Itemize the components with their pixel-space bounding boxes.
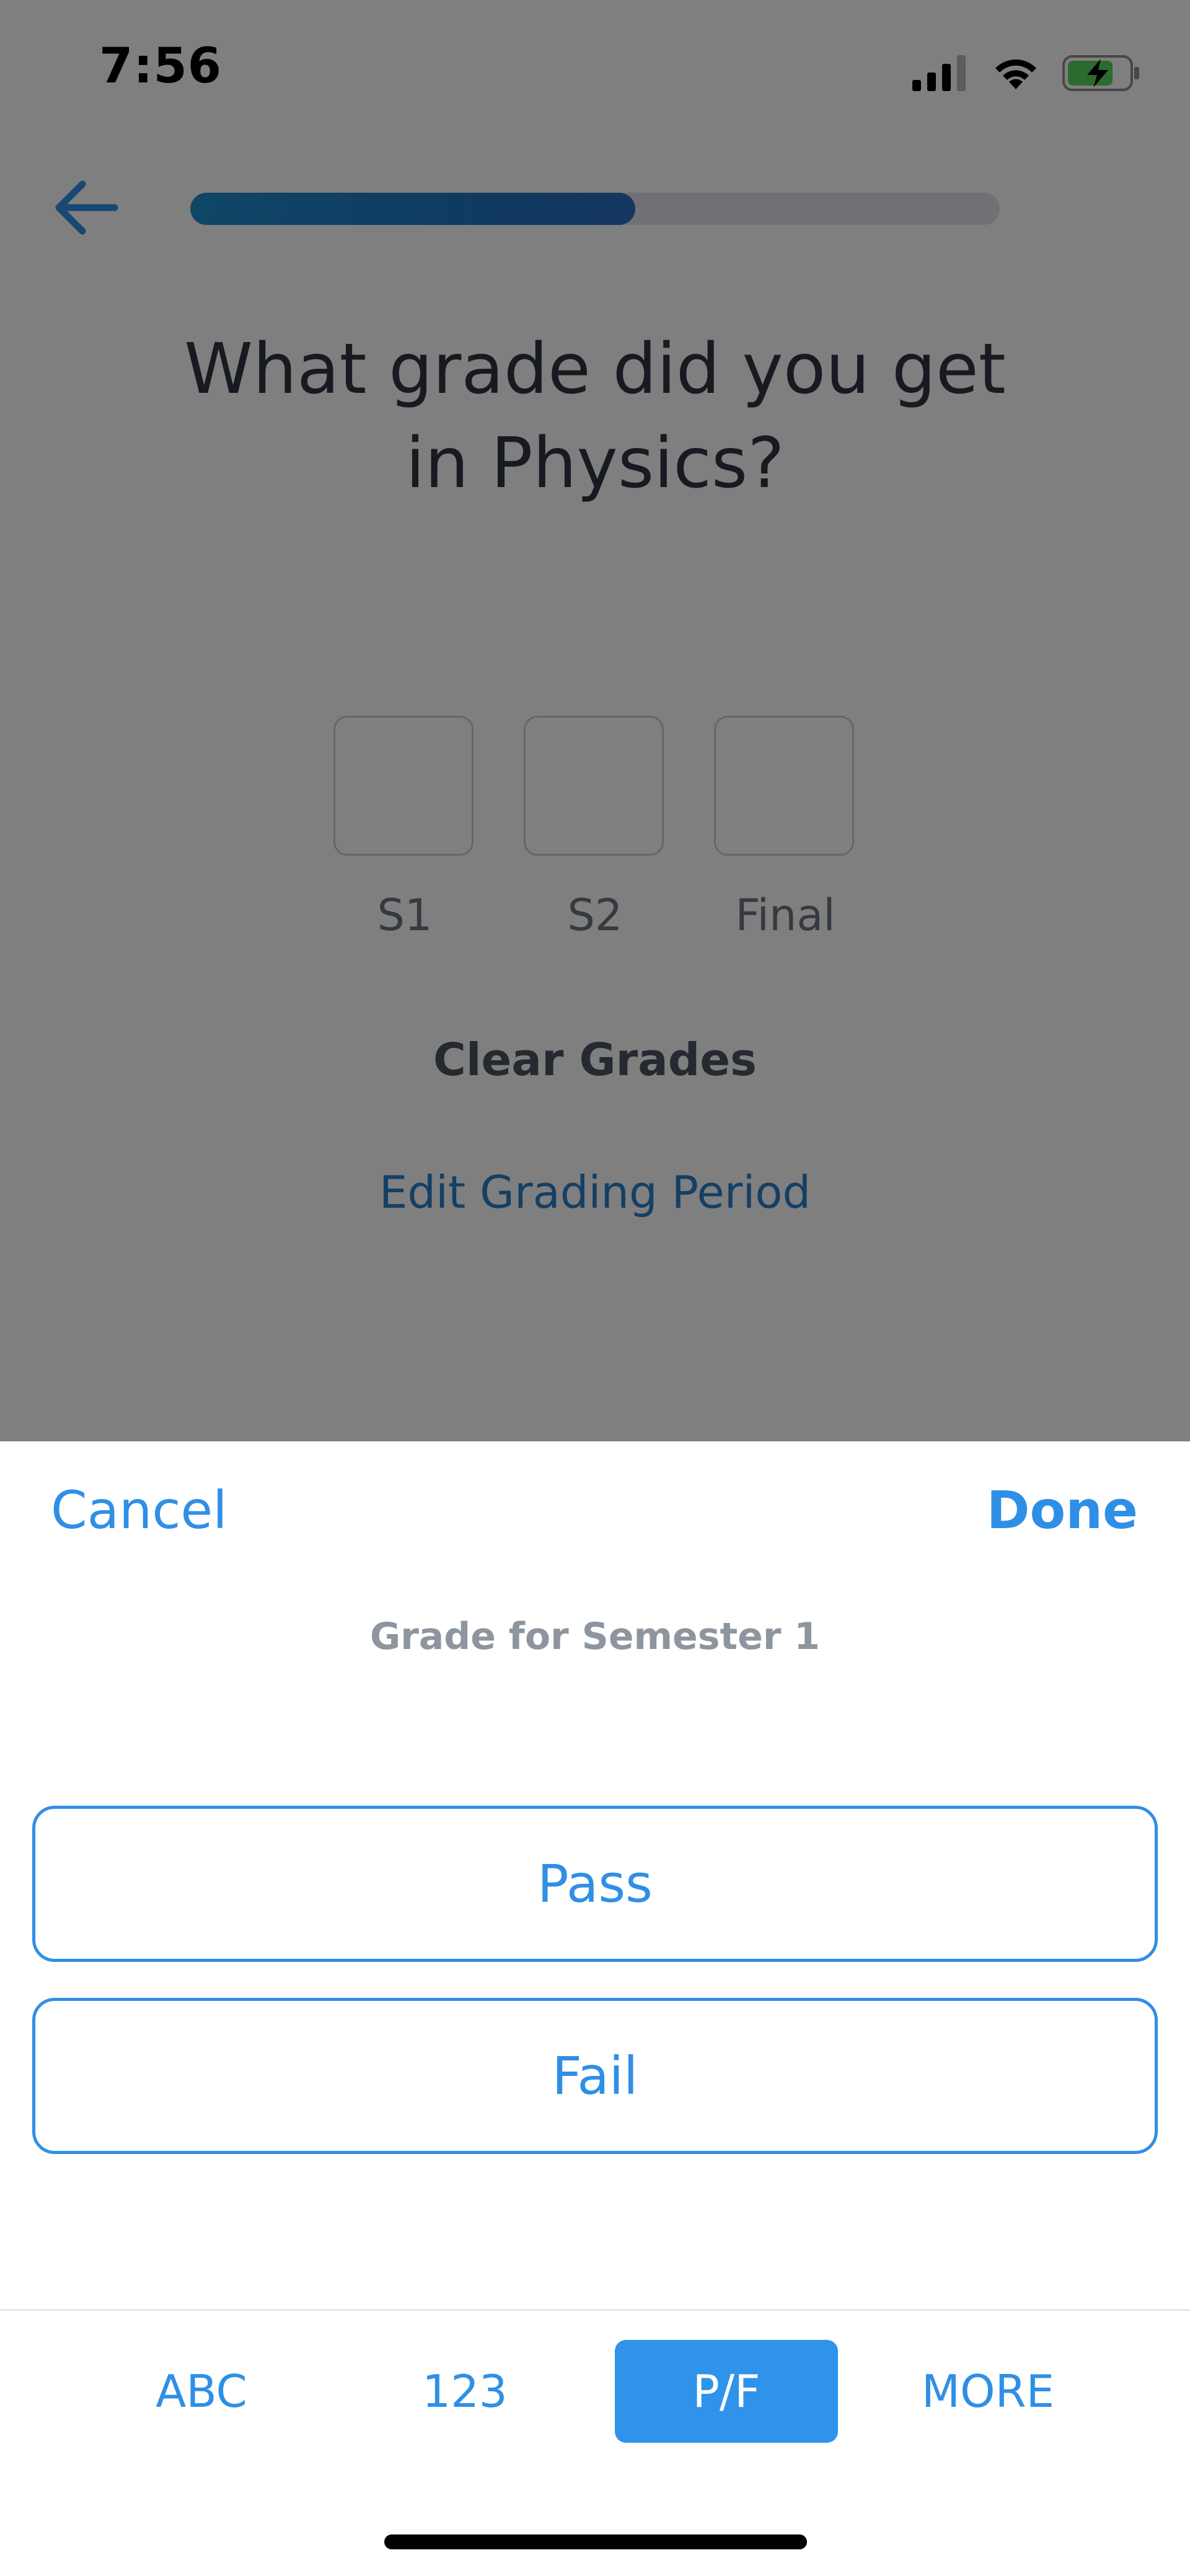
pass-option-button[interactable]: Pass: [32, 1806, 1158, 1962]
tab-more[interactable]: MORE: [876, 2340, 1100, 2443]
sheet-subtitle: Grade for Semester 1: [369, 1615, 821, 1658]
home-indicator[interactable]: [384, 2534, 807, 2549]
cancel-button[interactable]: Cancel: [51, 1480, 227, 1541]
divider: [0, 2309, 1190, 2311]
grade-type-tabs: ABC 123 P/F MORE: [0, 2340, 1190, 2443]
fail-option-button[interactable]: Fail: [32, 1998, 1158, 2154]
grade-picker-sheet: Cancel Done Grade for Semester 1 Pass Fa…: [0, 1441, 1190, 2576]
tab-pass-fail[interactable]: P/F: [615, 2340, 838, 2443]
tab-abc[interactable]: ABC: [90, 2340, 313, 2443]
modal-backdrop[interactable]: [0, 0, 1190, 1441]
done-button[interactable]: Done: [987, 1480, 1138, 1541]
tab-123[interactable]: 123: [353, 2340, 576, 2443]
grade-entry-screen: 7:56: [0, 0, 1190, 2576]
